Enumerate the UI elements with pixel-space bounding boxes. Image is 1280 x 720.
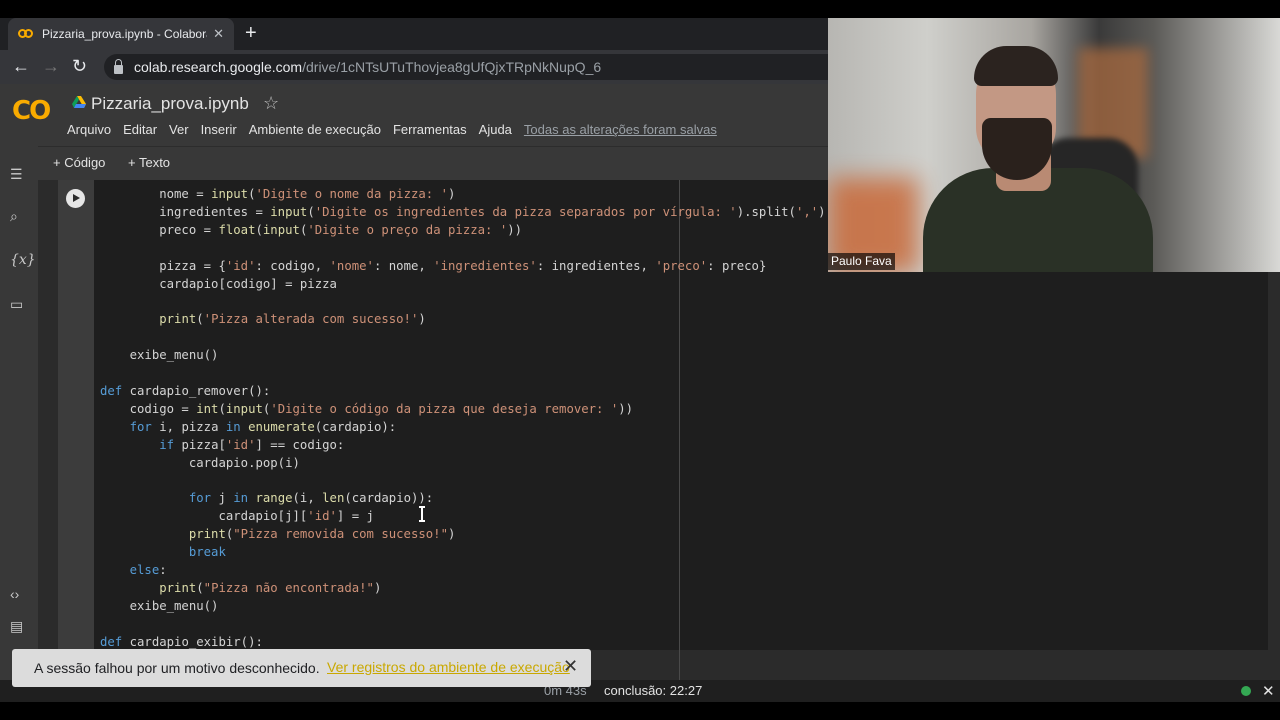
code-line[interactable]: cardapio[j]['id'] = j xyxy=(100,508,826,526)
browser-tab[interactable]: Pizzaria_prova.ipynb - Colaborato ✕ xyxy=(8,18,234,50)
terminal-icon[interactable]: ▤ xyxy=(10,618,23,635)
add-code-button[interactable]: + Código xyxy=(53,155,105,170)
error-snackbar: A sessão falhou por um motivo desconheci… xyxy=(12,649,591,687)
snackbar-close-icon[interactable]: ✕ xyxy=(563,656,578,677)
code-line[interactable]: for i, pizza in enumerate(cardapio): xyxy=(100,419,826,437)
google-drive-icon xyxy=(72,96,86,108)
code-line[interactable]: nome = input('Digite o nome da pizza: ') xyxy=(100,186,826,204)
completion-time: conclusão: 22:27 xyxy=(604,683,703,698)
browser-addressbar: ← → ↻ colab.research.google.com/drive/1c… xyxy=(0,50,828,84)
code-line[interactable]: exibe_menu() xyxy=(100,598,826,616)
new-tab-button[interactable]: + xyxy=(245,22,257,45)
view-runtime-logs-link[interactable]: Ver registros do ambiente de execução xyxy=(327,659,570,675)
colab-header: CO Pizzaria_prova.ipynb ☆ Arquivo Editar… xyxy=(0,84,828,146)
code-line[interactable]: print('Pizza alterada com sucesso!') xyxy=(100,311,826,329)
add-text-button[interactable]: + Texto xyxy=(128,155,170,170)
code-editor[interactable]: nome = input('Digite o nome da pizza: ')… xyxy=(100,186,826,652)
code-line[interactable]: preco = float(input('Digite o preço da p… xyxy=(100,222,826,240)
run-cell-button[interactable] xyxy=(66,189,85,208)
code-line[interactable]: cardapio.pop(i) xyxy=(100,455,826,473)
star-icon[interactable]: ☆ xyxy=(263,93,279,114)
code-line[interactable]: ​ xyxy=(100,616,826,634)
code-line[interactable]: ​ xyxy=(100,365,826,383)
letterbox-top xyxy=(0,0,1280,18)
code-line[interactable]: print("Pizza não encontrada!") xyxy=(100,580,826,598)
connection-status-icon[interactable] xyxy=(1241,686,1251,696)
code-line[interactable]: exibe_menu() xyxy=(100,347,826,365)
menu-ajuda[interactable]: Ajuda xyxy=(479,122,512,137)
code-line[interactable]: ​ xyxy=(100,329,826,347)
menu-bar: Arquivo Editar Ver Inserir Ambiente de e… xyxy=(67,122,729,137)
search-icon[interactable]: ⌕ xyxy=(10,208,18,225)
code-line[interactable]: codigo = int(input('Digite o código da p… xyxy=(100,401,826,419)
text-cursor-icon xyxy=(419,506,425,522)
colab-favicon-icon xyxy=(18,29,34,39)
url-bar[interactable]: colab.research.google.com/drive/1cNTsUTu… xyxy=(104,54,828,80)
code-line[interactable]: ​ xyxy=(100,473,826,491)
webcam-name-label: Paulo Fava xyxy=(828,253,895,270)
menu-arquivo[interactable]: Arquivo xyxy=(67,122,111,137)
menu-editar[interactable]: Editar xyxy=(123,122,157,137)
variables-icon[interactable]: {x} xyxy=(10,252,36,268)
notebook-toolbar: + Código + Texto xyxy=(0,146,828,180)
url-path: /drive/1cNTsUTuThovjea8gUfQjxTRpNkNupQ_6 xyxy=(302,59,602,75)
url-host: colab.research.google.com xyxy=(134,59,303,75)
code-line[interactable]: else: xyxy=(100,562,826,580)
webcam-video xyxy=(828,18,1280,272)
code-line[interactable]: ​ xyxy=(100,240,826,258)
letterbox-bottom xyxy=(0,702,1280,720)
notebook-title[interactable]: Pizzaria_prova.ipynb xyxy=(91,94,249,114)
code-line[interactable]: cardapio[codigo] = pizza xyxy=(100,276,826,294)
lock-icon xyxy=(114,58,123,74)
back-arrow-icon[interactable]: ← xyxy=(12,56,30,77)
table-of-contents-icon[interactable]: ☰ xyxy=(10,166,23,183)
reload-icon[interactable]: ↻ xyxy=(72,56,87,77)
snackbar-message: A sessão falhou por um motivo desconheci… xyxy=(34,660,320,676)
browser-tabstrip: Pizzaria_prova.ipynb - Colaborato ✕ + xyxy=(0,18,828,50)
folder-icon[interactable]: ▭ xyxy=(10,296,23,313)
code-line[interactable]: def cardapio_remover(): xyxy=(100,383,826,401)
code-line[interactable]: if pizza['id'] == codigo: xyxy=(100,437,826,455)
code-snippets-icon[interactable]: ‹› xyxy=(10,586,19,602)
left-sidebar: ☰ ⌕ {x} ▭ ‹› ▤ xyxy=(0,146,38,680)
menu-inserir[interactable]: Inserir xyxy=(201,122,237,137)
tab-close-icon[interactable]: ✕ xyxy=(213,26,224,42)
code-line[interactable]: ingredientes = input('Digite os ingredie… xyxy=(100,204,825,222)
code-line[interactable]: break xyxy=(100,544,826,562)
code-line[interactable]: for j in range(i, len(cardapio)): xyxy=(100,490,826,508)
code-line[interactable]: pizza = {'id': codigo, 'nome': nome, 'in… xyxy=(100,258,826,276)
tab-title: Pizzaria_prova.ipynb - Colaborato xyxy=(42,27,208,41)
code-cell-continued xyxy=(828,272,1268,650)
saved-status[interactable]: Todas as alterações foram salvas xyxy=(524,122,717,137)
menu-ver[interactable]: Ver xyxy=(169,122,189,137)
forward-arrow-icon[interactable]: → xyxy=(42,56,60,77)
menu-ferramentas[interactable]: Ferramentas xyxy=(393,122,467,137)
cell-gutter xyxy=(58,180,94,650)
code-line[interactable]: ​ xyxy=(100,293,826,311)
menu-ambiente[interactable]: Ambiente de execução xyxy=(249,122,381,137)
colab-logo[interactable]: CO xyxy=(12,96,51,126)
code-line[interactable]: print("Pizza removida com sucesso!") xyxy=(100,526,826,544)
status-close-icon[interactable]: ✕ xyxy=(1262,682,1275,700)
